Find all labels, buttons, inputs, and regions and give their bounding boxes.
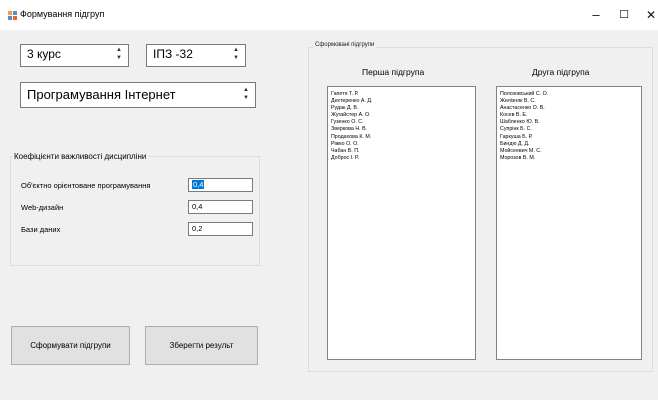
course-spinner[interactable]: 3 курс ▲ ▼ [20, 44, 129, 67]
list-item[interactable]: Желізняк В. С. [500, 98, 638, 105]
first-subgroup-list[interactable]: Гапетя Т. Р. Дехтеренко А. Д. Рудак Д. В… [327, 86, 476, 360]
coef-input-db[interactable]: 0,2 [188, 222, 253, 236]
form-groups-button[interactable]: Сформувати підгрупи [11, 326, 130, 365]
list-item[interactable]: Биндю Д. Д. [500, 141, 638, 148]
list-item[interactable]: Гапетя Т. Р. [331, 91, 472, 98]
groups-title: Сформовані підгрупи [313, 42, 377, 48]
list-item[interactable]: Гузенко О. С. [331, 119, 472, 126]
chevron-down-icon[interactable]: ▼ [232, 54, 240, 62]
list-item[interactable]: Полозовський С. О. [500, 91, 638, 98]
list-item[interactable]: Дехтеренко А. Д. [331, 98, 472, 105]
save-result-button[interactable]: Зберегти результ [145, 326, 258, 365]
subject-value: Програмування Інтернет [27, 87, 176, 102]
list-item[interactable]: Ріжко О. О. [331, 141, 472, 148]
second-subgroup-list[interactable]: Полозовський С. О. Желізняк В. С. Анаста… [496, 86, 642, 360]
coef-label-db: Бази даних [21, 225, 61, 234]
subject-spinner[interactable]: Програмування Інтернет ▲ ▼ [20, 82, 256, 108]
coefficients-title: Коефіцієнти важливості дисципліни [12, 152, 149, 161]
chevron-up-icon[interactable]: ▲ [232, 46, 240, 54]
list-item[interactable]: Чабан В. П. [331, 148, 472, 155]
coef-input-oop[interactable]: 0,4 [188, 178, 253, 192]
chevron-down-icon[interactable]: ▼ [115, 54, 123, 62]
coef-input-web[interactable]: 0,4 [188, 200, 253, 214]
list-item[interactable]: Морозов В. М. [500, 155, 638, 162]
group-spin-arrows[interactable]: ▲ ▼ [232, 46, 240, 62]
close-button[interactable]: ✕ [640, 6, 658, 24]
list-item[interactable]: Доброс І. Р. [331, 155, 472, 162]
list-item[interactable]: Жугайстер А. О. [331, 112, 472, 119]
list-item[interactable]: Гаркуша Б. Р. [500, 134, 638, 141]
first-subgroup-header: Перша підгрупа [362, 67, 425, 77]
list-item[interactable]: Анастасенко О. В. [500, 105, 638, 112]
chevron-up-icon[interactable]: ▲ [115, 46, 123, 54]
group-spinner[interactable]: ІПЗ -32 ▲ ▼ [146, 44, 246, 67]
list-item[interactable]: Супрінк Б. С. [500, 126, 638, 133]
app-icon [8, 11, 17, 20]
window-title: Формування підгруп [20, 9, 105, 19]
maximize-button[interactable]: ☐ [613, 6, 635, 24]
list-item[interactable]: Продахова К. М. [331, 134, 472, 141]
subject-spin-arrows[interactable]: ▲ ▼ [242, 86, 250, 102]
list-item[interactable]: Мойсеевич М. С. [500, 148, 638, 155]
coef-label-web: Web-дизайн [21, 203, 64, 212]
group-value: ІПЗ -32 [153, 47, 193, 61]
list-item[interactable]: Шабленко Ю. В. [500, 119, 638, 126]
course-spin-arrows[interactable]: ▲ ▼ [115, 46, 123, 62]
coef-label-oop: Об'єктно орієнтоване програмування [21, 181, 151, 190]
list-item[interactable]: Косев В. Е. [500, 112, 638, 119]
coef-value-oop: 0,4 [192, 180, 205, 189]
chevron-up-icon[interactable]: ▲ [242, 86, 250, 94]
second-subgroup-header: Друга підгрупа [532, 67, 590, 77]
minimize-button[interactable]: – [585, 6, 607, 24]
course-value: 3 курс [27, 47, 61, 61]
list-item[interactable]: Зверкова Н. В. [331, 126, 472, 133]
chevron-down-icon[interactable]: ▼ [242, 94, 250, 102]
